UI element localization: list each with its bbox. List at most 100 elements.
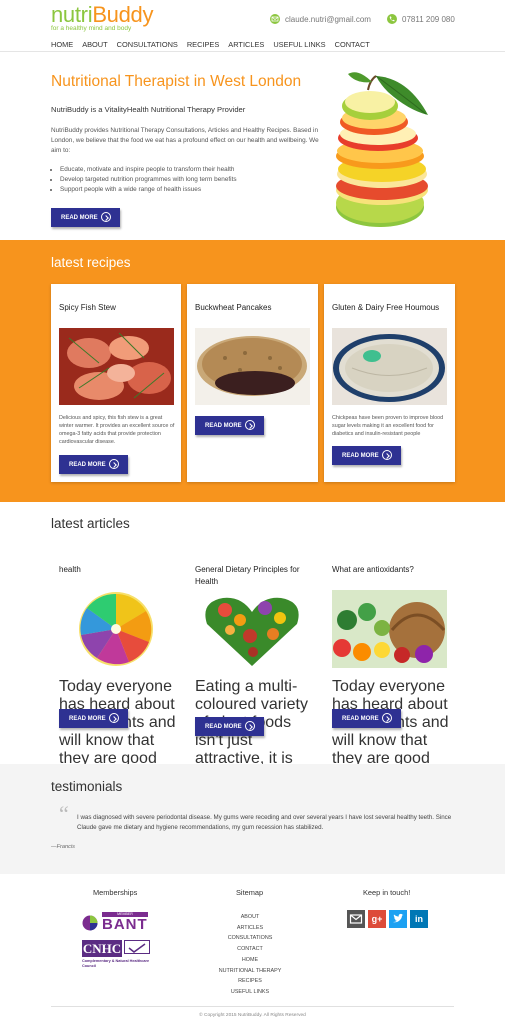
- testimonials-title: testimonials: [51, 779, 123, 794]
- vegetable-heart-image: [195, 592, 310, 670]
- bant-emblem-icon: [82, 915, 98, 931]
- linkedin-icon[interactable]: in: [410, 910, 428, 928]
- check-icon: [128, 943, 146, 953]
- phone-contact[interactable]: 07811 209 080: [387, 14, 455, 24]
- logo[interactable]: nutriBuddy: [51, 2, 154, 27]
- social-links: g+ in: [347, 910, 431, 928]
- nav-articles[interactable]: ARTICLES: [228, 40, 264, 49]
- recipes-title: latest recipes: [51, 255, 131, 270]
- bant-logo[interactable]: MEMBER BANT: [82, 912, 150, 934]
- keep-in-touch-title: Keep in touch!: [363, 888, 411, 897]
- recipe-title: Gluten & Dairy Free Houmous: [332, 303, 440, 312]
- recipe-read-more-button[interactable]: READ MORE: [332, 446, 401, 465]
- sitemap-title: Sitemap: [236, 888, 264, 897]
- cnhc-logo[interactable]: CNHC Complementary & Natural Healthcare …: [82, 940, 154, 974]
- memberships-title: Memberships: [93, 888, 138, 897]
- article-card[interactable]: General Dietary Principles for Health: [195, 564, 315, 588]
- buckwheat-pancakes-image: [195, 328, 310, 405]
- articles-section: latest articles health Today everyone ha…: [0, 502, 505, 893]
- arrow-circle-icon: [382, 450, 392, 460]
- hero-section: Nutritional Therapist in West London Nut…: [0, 52, 505, 240]
- button-label: READ MORE: [61, 214, 98, 221]
- nav-consultations[interactable]: CONSULTATIONS: [117, 40, 178, 49]
- google-plus-icon[interactable]: g+: [368, 910, 386, 928]
- footer-divider: [51, 1006, 454, 1007]
- twitter-icon[interactable]: [389, 910, 407, 928]
- recipe-title: Buckwheat Pancakes: [195, 303, 272, 312]
- article-read-more-button[interactable]: READ MORE: [59, 709, 128, 728]
- fruit-basket-image: [332, 590, 447, 668]
- bant-text: BANT: [102, 916, 148, 933]
- email-text: claude.nutri@gmail.com: [285, 14, 371, 24]
- testimonials-section: testimonials “ I was diagnosed with seve…: [0, 764, 505, 874]
- hero-bullet: Support people with a wide range of heal…: [60, 185, 237, 195]
- sitemap-link-consultations[interactable]: CONSULTATIONS: [200, 933, 300, 944]
- recipes-section: latest recipes Spicy Fish Stew Delicious…: [0, 240, 505, 502]
- testimonial-author: —Francis: [51, 844, 75, 850]
- houmous-image: [332, 328, 447, 405]
- button-label: READ MORE: [342, 715, 379, 722]
- button-label: READ MORE: [342, 452, 379, 459]
- hero-bullet: Educate, motivate and inspire people to …: [60, 165, 237, 175]
- sitemap-link-about[interactable]: ABOUT: [200, 912, 300, 923]
- sitemap-link-useful-links[interactable]: USEFUL LINKS: [200, 987, 300, 998]
- fruit-stack-image: [336, 72, 428, 227]
- sitemap-link-articles[interactable]: ARTICLES: [200, 923, 300, 934]
- hero-subtitle: NutriBuddy is a VitalityHealth Nutrition…: [51, 105, 246, 114]
- article-title: health: [59, 565, 81, 574]
- recipe-read-more-button[interactable]: READ MORE: [59, 455, 128, 474]
- hero-read-more-button[interactable]: READ MORE: [51, 208, 120, 227]
- cnhc-description: Complementary & Natural Healthcare Counc…: [82, 959, 150, 968]
- button-label: READ MORE: [69, 461, 106, 468]
- article-card[interactable]: health: [59, 564, 175, 576]
- arrow-circle-icon: [245, 721, 255, 731]
- site-header: nutriBuddy for a healthy mind and body c…: [0, 0, 505, 52]
- cnhc-check-box: [124, 940, 150, 954]
- button-label: READ MORE: [69, 715, 106, 722]
- site-footer: Memberships Sitemap Keep in touch! MEMBE…: [0, 874, 505, 1024]
- envelope-icon: [270, 14, 280, 24]
- hero-title: Nutritional Therapist in West London: [51, 73, 302, 90]
- arrow-circle-icon: [245, 420, 255, 430]
- nav-recipes[interactable]: RECIPES: [187, 40, 219, 49]
- email-contact[interactable]: claude.nutri@gmail.com: [270, 14, 371, 24]
- quote-mark-icon: “: [59, 801, 69, 826]
- sitemap-link-contact[interactable]: CONTACT: [200, 944, 300, 955]
- nav-contact[interactable]: CONTACT: [335, 40, 370, 49]
- recipe-text: Delicious and spicy, this fish stew is a…: [59, 415, 175, 445]
- arrow-circle-icon: [109, 459, 119, 469]
- recipe-title: Spicy Fish Stew: [59, 303, 116, 312]
- email-icon[interactable]: [347, 910, 365, 928]
- recipe-read-more-button[interactable]: READ MORE: [195, 416, 264, 435]
- hero-bullet: Develop targeted nutrition programmes wi…: [60, 175, 237, 185]
- sitemap-list: ABOUT ARTICLES CONSULTATIONS CONTACT HOM…: [200, 912, 300, 998]
- fish-stew-image: [59, 328, 174, 405]
- hero-description: NutriBuddy provides Nutritional Therapy …: [51, 127, 319, 154]
- tagline: for a healthy mind and body: [51, 25, 132, 32]
- color-wheel-image: [59, 590, 174, 668]
- arrow-circle-icon: [382, 713, 392, 723]
- logo-part-buddy: Buddy: [92, 2, 154, 27]
- article-title: What are antioxidants?: [332, 565, 414, 574]
- recipe-card[interactable]: Buckwheat Pancakes READ MORE: [187, 284, 318, 482]
- main-nav: HOME ABOUT CONSULTATIONS RECIPES ARTICLE…: [51, 40, 379, 49]
- recipe-text: Chickpeas have been proven to improve bl…: [332, 415, 444, 437]
- phone-icon: [387, 14, 397, 24]
- button-label: READ MORE: [205, 422, 242, 429]
- nav-home[interactable]: HOME: [51, 40, 73, 49]
- article-read-more-button[interactable]: READ MORE: [332, 709, 401, 728]
- sitemap-link-recipes[interactable]: RECIPES: [200, 976, 300, 987]
- hero-bullets: Educate, motivate and inspire people to …: [60, 165, 237, 195]
- recipe-card[interactable]: Gluten & Dairy Free Houmous Chickpeas ha…: [324, 284, 455, 482]
- copyright-text: © Copyright 2015 NutriBuddy. All Rights …: [199, 1013, 306, 1018]
- sitemap-link-home[interactable]: HOME: [200, 955, 300, 966]
- arrow-circle-icon: [101, 212, 111, 222]
- sitemap-link-nutritional-therapy[interactable]: NUTRITIONAL THERAPY: [200, 966, 300, 977]
- testimonial-quote: I was diagnosed with severe periodontal …: [77, 814, 452, 831]
- button-label: READ MORE: [205, 723, 242, 730]
- nav-useful-links[interactable]: USEFUL LINKS: [273, 40, 325, 49]
- article-read-more-button[interactable]: READ MORE: [195, 717, 264, 736]
- nav-about[interactable]: ABOUT: [82, 40, 107, 49]
- recipe-card[interactable]: Spicy Fish Stew Delicious and spicy, thi…: [51, 284, 181, 482]
- article-card[interactable]: What are antioxidants?: [332, 564, 452, 576]
